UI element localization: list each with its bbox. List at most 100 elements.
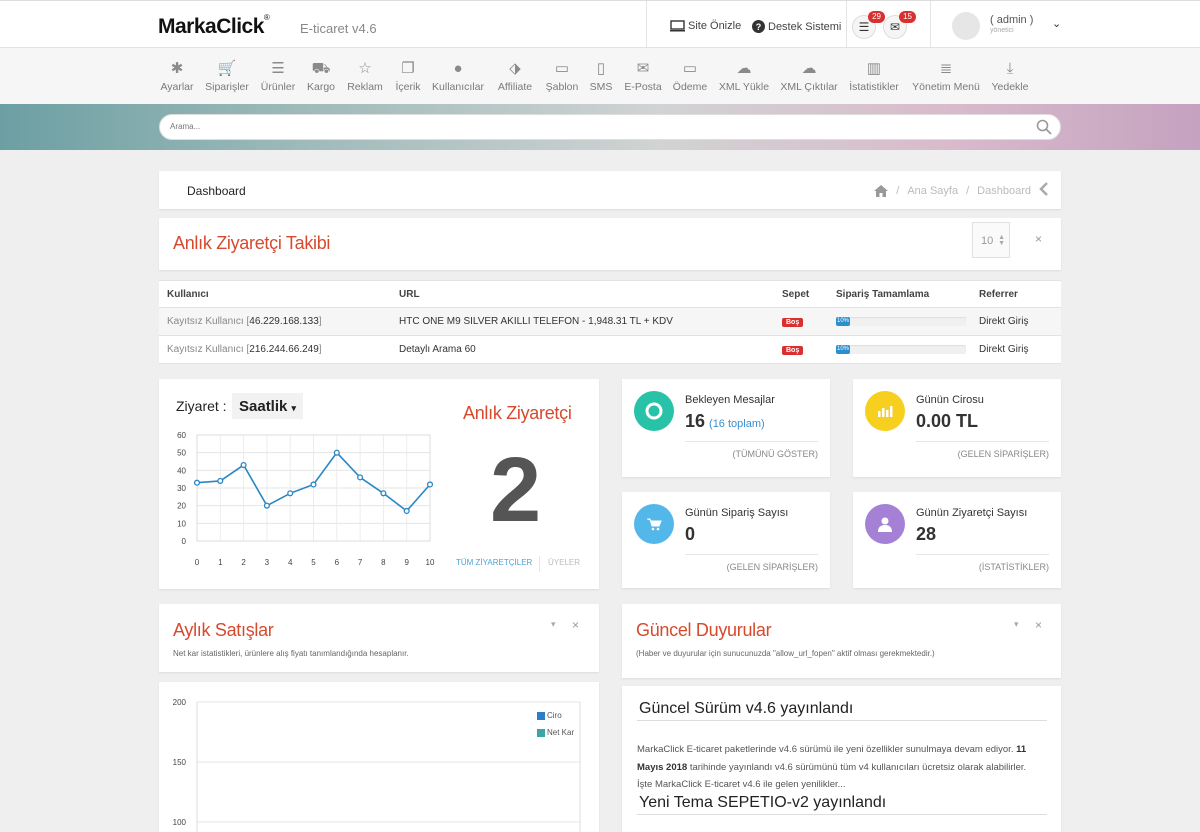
legend-swatch: [537, 711, 545, 720]
y-tick-label: 30: [177, 484, 186, 493]
x-tick-label: 6: [335, 558, 340, 567]
divider: [930, 1, 931, 48]
data-point: [380, 490, 387, 497]
data-point: [426, 481, 434, 488]
life-ring-icon: [634, 391, 674, 431]
members-link[interactable]: ÜYELER: [548, 558, 580, 567]
page-size-select[interactable]: 10 ▲ ▼: [972, 222, 1010, 258]
news-title[interactable]: Güncel Sürüm v4.6 yayınlandı: [639, 700, 853, 718]
breadcrumb-current: Dashboard: [977, 185, 1031, 197]
collapse-icon[interactable]: ▾: [551, 619, 556, 630]
top-bar: MarkaClick® E-ticaret v4.6 Site Önizle ?…: [0, 0, 1200, 48]
divider: [916, 554, 1049, 555]
data-point: [357, 474, 364, 481]
user-cell: Kayıtsız Kullanıcı [216.244.66.249]: [159, 335, 391, 364]
column-header: Kullanıcı: [159, 280, 391, 308]
period-value: Saatlik: [239, 398, 288, 415]
x-tick-label: 0: [195, 558, 200, 567]
site-preview-link[interactable]: Site Önizle: [670, 20, 741, 32]
stat-footer-link[interactable]: (İSTATİSTİKLER): [979, 562, 1049, 572]
column-header: Referrer: [971, 280, 1061, 308]
x-tick-label: 7: [358, 558, 363, 567]
orders-notification-button[interactable]: ☰ 29: [852, 11, 885, 39]
visits-line-chart: 0 10 20 30 40 50 60 0 1 2 3 4 5 6 7 8 9 10: [177, 431, 435, 567]
data-point: [403, 507, 410, 515]
url-cell: Detaylı Arama 60: [391, 335, 774, 364]
period-dropdown[interactable]: Saatlik ▾: [232, 393, 304, 419]
news-title[interactable]: Yeni Tema SEPETIO-v2 yayınlandı: [639, 794, 886, 812]
divider: [916, 441, 1049, 442]
y-tick-label: 10: [177, 519, 186, 528]
breadcrumb: / Ana Sayfa / Dashboard: [874, 185, 1031, 197]
bar-chart-icon: ▥: [866, 60, 882, 77]
envelope-icon: ✉: [889, 20, 901, 34]
messages-notification-button[interactable]: ✉ 15: [883, 11, 916, 39]
y-tick-label: 60: [177, 431, 186, 440]
table-row[interactable]: Kayıtsız Kullanıcı [216.244.66.249] Deta…: [159, 335, 1061, 364]
logo[interactable]: MarkaClick®: [158, 13, 270, 39]
close-icon[interactable]: ×: [1035, 232, 1042, 246]
announcements-panel: Güncel Sürüm v4.6 yayınlandı MarkaClick …: [622, 686, 1061, 832]
x-tick-label: 10: [426, 558, 435, 567]
stat-card-messages[interactable]: Bekleyen Mesajlar 16 (16 toplam) (TÜMÜNÜ …: [622, 379, 830, 477]
svg-text:?: ?: [756, 22, 762, 32]
progress-fill: 10%: [836, 317, 851, 326]
user-name[interactable]: ( admin ): [990, 14, 1033, 26]
stat-title: Günün Cirosu: [916, 394, 984, 406]
y-tick-label: 50: [177, 449, 186, 458]
close-icon[interactable]: ×: [572, 618, 579, 632]
close-icon[interactable]: ×: [1035, 618, 1042, 632]
breadcrumb-home[interactable]: Ana Sayfa: [907, 185, 958, 197]
announcements-note: (Haber ve duyurular için sunucunuzda "al…: [636, 649, 935, 658]
all-visitors-link[interactable]: TÜM ZİYARETÇİLER: [456, 558, 532, 567]
version-label: E-ticaret v4.6: [300, 21, 377, 36]
stat-subvalue[interactable]: (16 toplam): [709, 418, 765, 430]
home-icon[interactable]: [874, 185, 889, 197]
support-link[interactable]: ? Destek Sistemi: [752, 20, 841, 33]
search-input[interactable]: [170, 122, 1020, 131]
order-progress-bar: 10%: [836, 317, 966, 326]
news-text: MarkaClick E-ticaret paketlerinde v4.6 s…: [637, 744, 1027, 790]
messages-badge: 15: [899, 11, 916, 23]
data-point: [217, 477, 224, 484]
divider: [685, 441, 818, 442]
legend-item: Net Kar: [537, 728, 574, 737]
y-tick-label: 40: [177, 466, 186, 475]
divider: [846, 1, 847, 48]
monthly-sales-chart: 200 150 100: [173, 698, 581, 832]
search-icon[interactable]: [1036, 119, 1052, 135]
stat-card-orders[interactable]: Günün Sipariş Sayısı 0 (GELEN SİPARİŞLER…: [622, 492, 830, 588]
monthly-sales-note: Net kar istatistikleri, ürünlere alış fi…: [173, 649, 409, 658]
avatar[interactable]: [952, 12, 980, 40]
y-tick-label: 150: [173, 758, 187, 767]
stat-footer-link[interactable]: (GELEN SİPARİŞLER): [727, 562, 818, 572]
data-point: [333, 449, 340, 456]
order-progress-bar: 10%: [836, 345, 966, 354]
menu-item-yedekle[interactable]: ⤓ Yedekle: [970, 60, 1050, 93]
stat-footer-link[interactable]: (GELEN SİPARİŞLER): [958, 449, 1049, 459]
chevron-down-icon[interactable]: ⌄: [1052, 17, 1061, 30]
back-chevron-icon[interactable]: [1039, 181, 1049, 197]
bar-chart-icon: [865, 391, 905, 431]
stat-footer-link[interactable]: (TÜMÜNÜ GÖSTER): [733, 449, 819, 459]
x-tick-label: 2: [241, 558, 246, 567]
data-point: [310, 481, 317, 488]
y-tick-label: 200: [173, 698, 187, 707]
y-tick-label: 20: [177, 502, 186, 511]
breadcrumb-panel: Dashboard / Ana Sayfa / Dashboard: [159, 171, 1061, 209]
monthly-sales-header: Aylık Satışlar Net kar istatistikleri, ü…: [159, 604, 599, 672]
stat-card-visitors[interactable]: Günün Ziyaretçi Sayısı 28 (İSTATİSTİKLER…: [853, 492, 1061, 588]
live-visitors-count: 2: [490, 439, 542, 541]
table-row[interactable]: Kayıtsız Kullanıcı [46.229.168.133] HTC …: [159, 307, 1061, 336]
stat-title: Günün Sipariş Sayısı: [685, 507, 789, 519]
monthly-sales-title: Aylık Satışlar: [173, 620, 274, 640]
data-point: [287, 490, 294, 497]
divider: [637, 720, 1047, 721]
menu-item-i-statistikler[interactable]: ▥ İstatistikler: [834, 60, 914, 93]
stat-card-revenue[interactable]: Günün Cirosu 0.00 TL (GELEN SİPARİŞLER): [853, 379, 1061, 477]
collapse-icon[interactable]: ▾: [1014, 619, 1019, 630]
stat-title: Bekleyen Mesajlar: [685, 394, 775, 406]
legend-label: Net Kar: [547, 728, 575, 737]
monthly-sales-chart-panel: 200 150 100 Ciro Net Kar: [159, 682, 599, 832]
x-tick-label: 1: [218, 558, 223, 567]
